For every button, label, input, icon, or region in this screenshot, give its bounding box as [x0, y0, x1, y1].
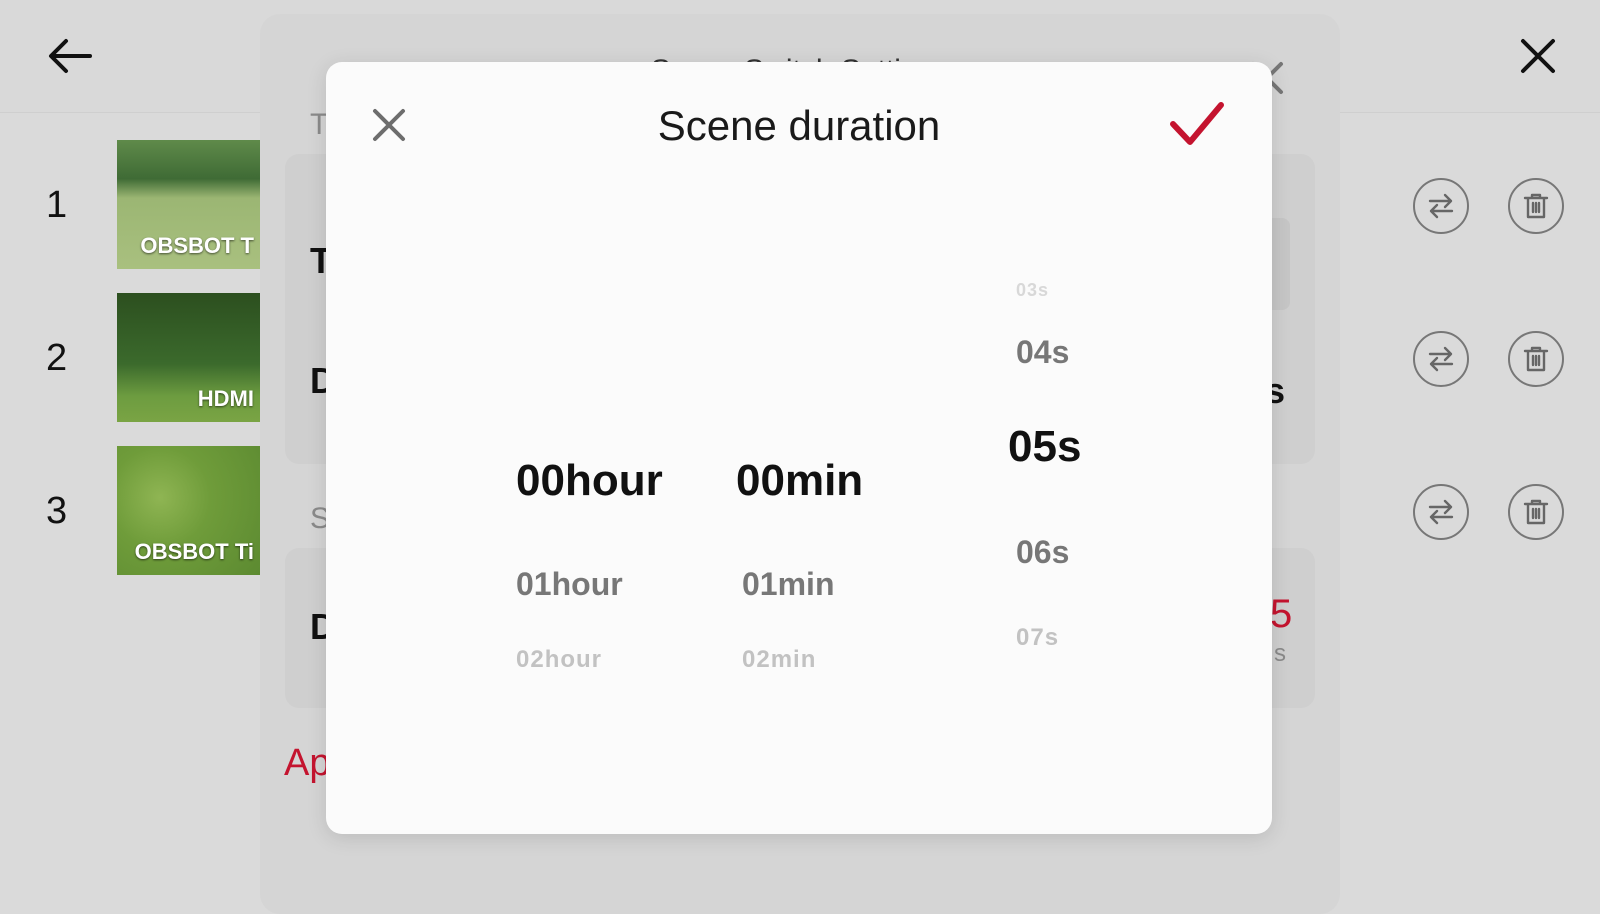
- scene-duration-dialog: Scene duration 00hour 01hour 02hour 00mi…: [326, 62, 1272, 834]
- confirm-button[interactable]: [1168, 98, 1226, 150]
- seconds-option[interactable]: 04s: [1016, 334, 1069, 371]
- arrow-left-icon: [49, 39, 92, 73]
- minutes-option[interactable]: 01min: [742, 566, 834, 603]
- seconds-option[interactable]: 03s: [1016, 280, 1049, 301]
- scene-number: 1: [46, 184, 68, 226]
- back-button[interactable]: [40, 30, 100, 82]
- delete-scene-button[interactable]: [1508, 331, 1564, 387]
- minutes-selected[interactable]: 00min: [736, 456, 863, 506]
- scene-label: OBSBOT T: [140, 233, 254, 258]
- scene-label: HDMI: [197, 386, 254, 411]
- trash-icon: [1523, 346, 1549, 372]
- seconds-selected[interactable]: 05s: [1008, 422, 1081, 472]
- scene-number: 3: [46, 490, 68, 532]
- minutes-option[interactable]: 02min: [742, 646, 816, 674]
- apply-link[interactable]: Ap: [284, 742, 330, 785]
- seconds-option[interactable]: 06s: [1016, 534, 1069, 571]
- scene-label: OBSBOT Ti: [134, 539, 254, 564]
- trash-icon: [1523, 193, 1549, 219]
- dialog-title: Scene duration: [657, 102, 941, 149]
- scene-row[interactable]: 1 OBSBOT T: [0, 140, 270, 270]
- swap-scene-button[interactable]: [1413, 178, 1469, 234]
- check-icon: [1170, 102, 1224, 145]
- delete-scene-button[interactable]: [1508, 484, 1564, 540]
- swap-icon: [1428, 499, 1454, 525]
- scene-thumbnail: HDMI: [117, 293, 260, 422]
- close-icon: [1521, 39, 1555, 73]
- hours-option[interactable]: 01hour: [516, 566, 623, 603]
- delete-scene-button[interactable]: [1508, 178, 1564, 234]
- duration-value[interactable]: 5: [1270, 592, 1292, 637]
- duration-unit: s: [1274, 640, 1286, 667]
- swap-icon: [1428, 346, 1454, 372]
- swap-scene-button[interactable]: [1413, 331, 1469, 387]
- close-button[interactable]: [1508, 30, 1568, 82]
- swap-icon: [1428, 193, 1454, 219]
- scene-thumbnail: OBSBOT Ti: [117, 446, 260, 575]
- scene-row[interactable]: 3 OBSBOT Ti: [0, 446, 270, 576]
- swap-scene-button[interactable]: [1413, 484, 1469, 540]
- scene-row[interactable]: 2 HDMI: [0, 293, 270, 423]
- hours-option[interactable]: 02hour: [516, 646, 602, 674]
- scene-number: 2: [46, 337, 68, 379]
- trash-icon: [1523, 499, 1549, 525]
- seconds-option[interactable]: 07s: [1016, 624, 1059, 652]
- hours-selected[interactable]: 00hour: [516, 456, 663, 506]
- scene-thumbnail: OBSBOT T: [117, 140, 260, 269]
